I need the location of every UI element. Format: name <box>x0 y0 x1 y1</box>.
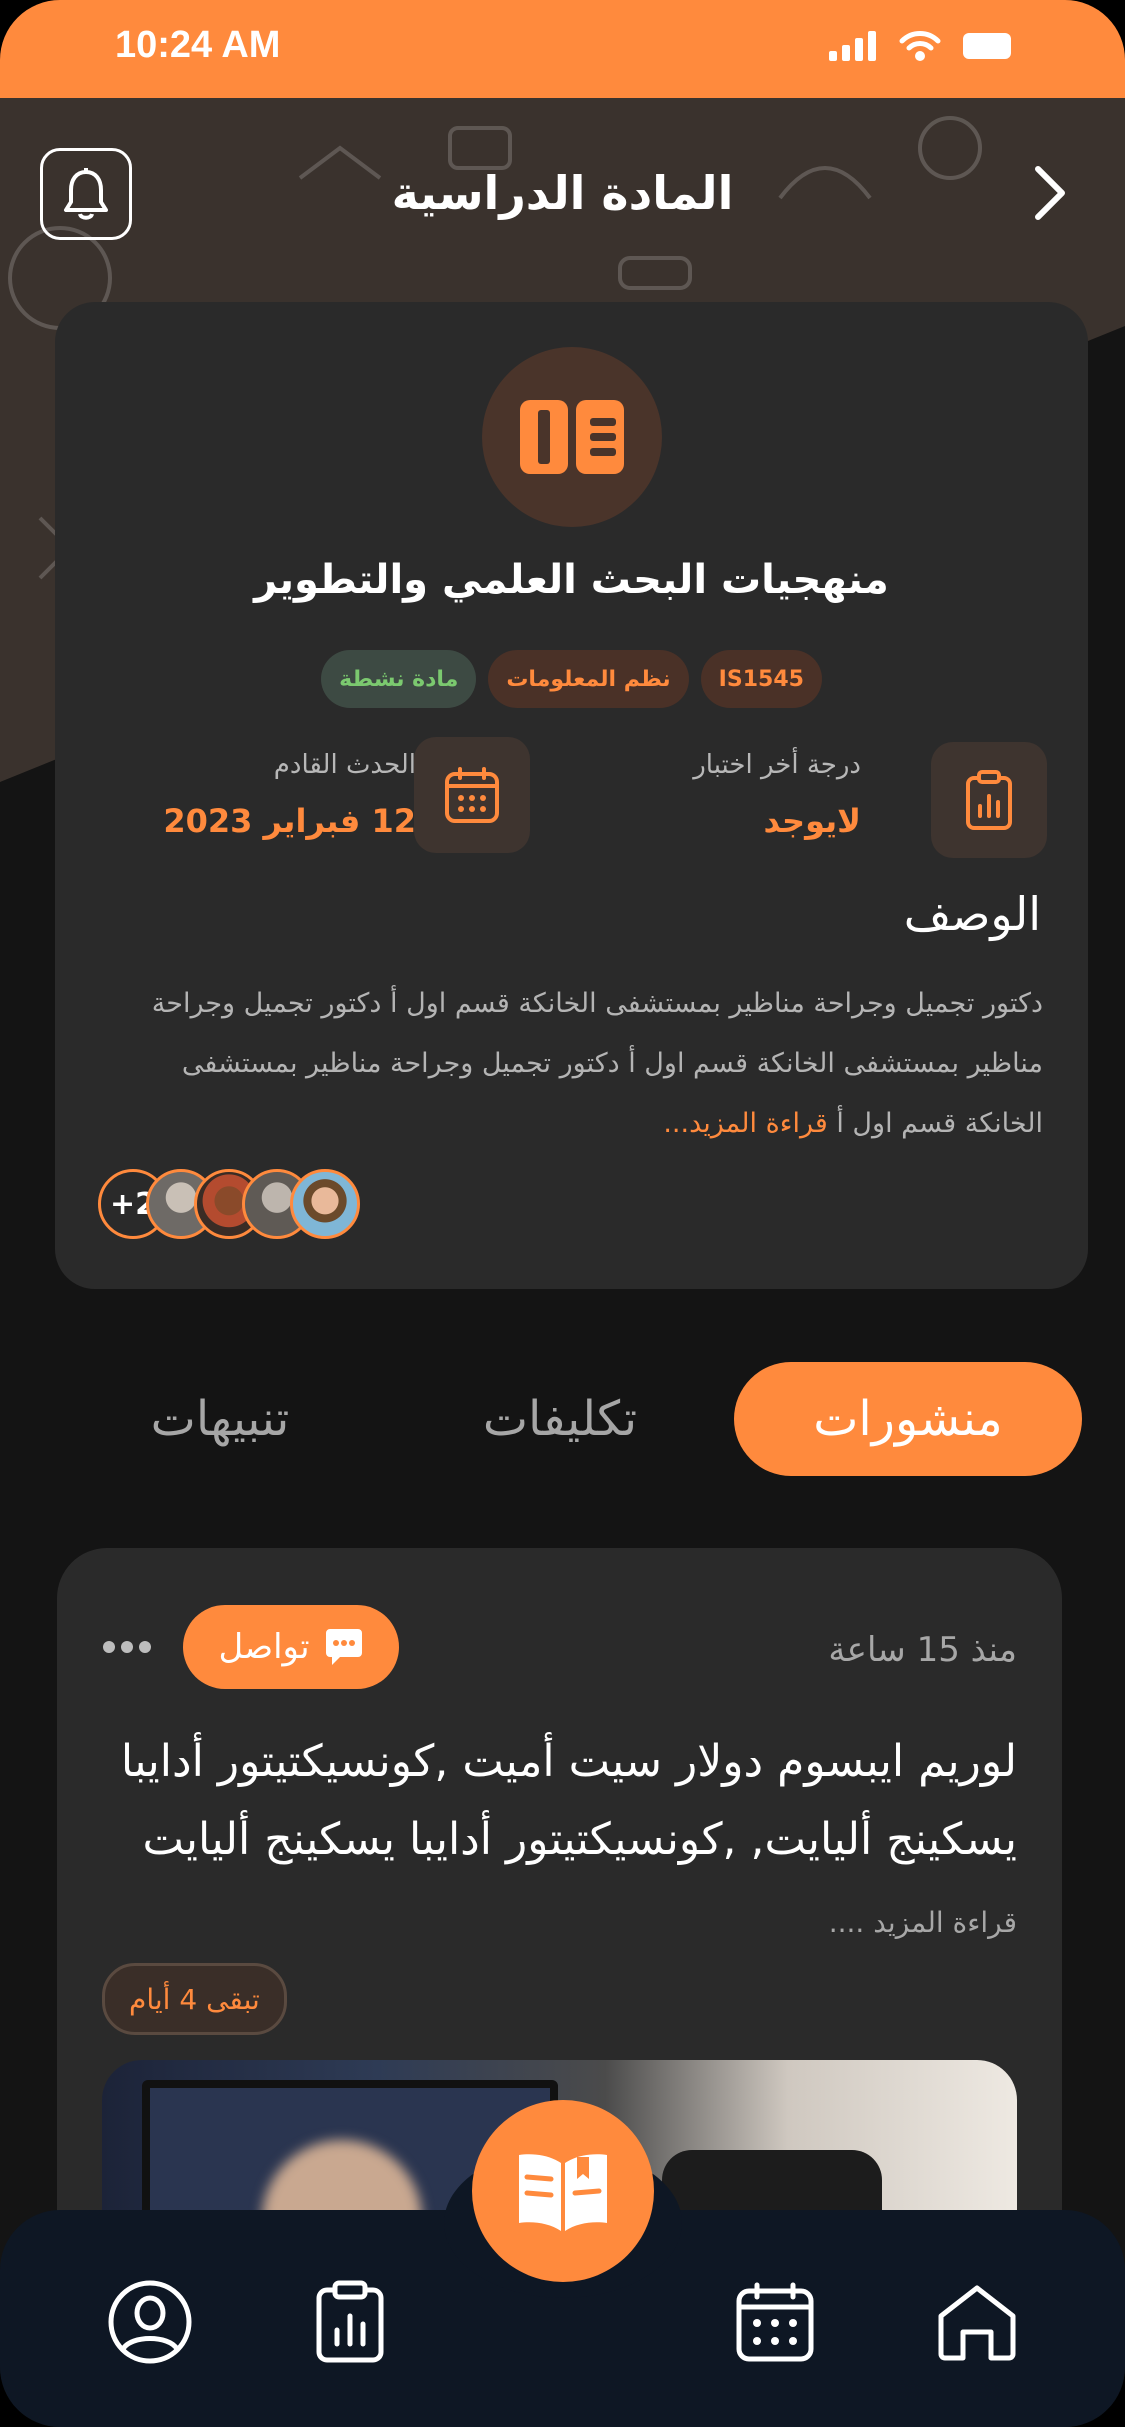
book-icon <box>520 400 624 474</box>
next-event-box <box>414 737 530 853</box>
course-code-chip: IS1545 <box>700 650 822 708</box>
chevron-right-icon <box>1035 166 1065 220</box>
clipboard-chart-icon <box>316 2280 384 2363</box>
tab-alerts[interactable]: تنبيهات <box>100 1362 340 1476</box>
page-title: المادة الدراسية <box>391 166 734 220</box>
course-icon-circle <box>482 347 662 527</box>
members-avatars[interactable]: +2 <box>98 1169 360 1239</box>
post-category-label: تواصل <box>218 1627 310 1667</box>
back-button[interactable] <box>1015 158 1085 228</box>
clipboard-chart-icon <box>966 770 1012 830</box>
calendar-icon <box>445 767 499 823</box>
course-title: منهجيات البحث العلمي والتطوير <box>254 557 889 603</box>
post-time: منذ 15 ساعة <box>828 1630 1017 1670</box>
profile-icon <box>108 2280 192 2364</box>
status-chip: مادة نشطة <box>321 650 477 708</box>
chat-icon <box>325 1629 362 1665</box>
content-tabs: منشورات تكليفات تنبيهات <box>0 1362 1125 1476</box>
post-category-tag[interactable]: تواصل <box>183 1605 399 1689</box>
signal-icon <box>829 31 876 61</box>
nav-profile[interactable] <box>100 2272 200 2372</box>
battery-icon <box>963 33 1011 59</box>
tab-assignments[interactable]: تكليفات <box>440 1362 680 1476</box>
courses-fab-button[interactable] <box>472 2100 654 2282</box>
nav-home[interactable] <box>927 2272 1027 2372</box>
calendar-icon <box>736 2282 814 2362</box>
last-exam-label: درجة أخر اختبار <box>693 750 861 780</box>
wifi-icon <box>899 31 941 61</box>
status-bar: 10:24 AM <box>0 0 1125 98</box>
next-event-value: 12 فبراير 2023 <box>163 802 416 840</box>
open-book-icon <box>519 2154 607 2231</box>
course-card: منهجيات البحث العلمي والتطوير IS1545 نظم… <box>55 302 1088 1289</box>
course-chips: IS1545 نظم المعلومات مادة نشطة <box>55 650 1088 708</box>
screen: 10:24 AM المادة الدراسية منهجيات البحث ا… <box>0 0 1125 2427</box>
post-options-button[interactable] <box>102 1630 152 1654</box>
read-more-link[interactable]: قراءة المزيد... <box>663 1108 827 1139</box>
home-icon <box>938 2285 1016 2361</box>
post-text: لوريم ايبسوم دولار سيت أميت ,كونسيكتيتور… <box>120 1736 1017 1865</box>
post-body: لوريم ايبسوم دولار سيت أميت ,كونسيكتيتور… <box>117 1723 1017 1962</box>
nav-grades[interactable] <box>300 2272 400 2372</box>
status-time: 10:24 AM <box>115 24 281 66</box>
more-dots-icon <box>103 1641 151 1653</box>
last-exam-value: لايوجد <box>763 802 861 840</box>
description-body: دكتور تجميل وجراحة مناظير بمستشفى الخانك… <box>151 988 1043 1139</box>
next-event-label: الحدث القادم <box>273 750 416 780</box>
description-text: دكتور تجميل وجراحة مناظير بمستشفى الخانك… <box>123 974 1043 1154</box>
department-chip: نظم المعلومات <box>488 650 689 708</box>
status-icons <box>829 30 1015 62</box>
description-title: الوصف <box>903 887 1041 941</box>
tab-posts[interactable]: منشورات <box>734 1362 1082 1476</box>
nav-calendar[interactable] <box>725 2272 825 2372</box>
remaining-days-chip: تبقى 4 أيام <box>102 1963 287 2035</box>
top-header: المادة الدراسية <box>0 140 1125 250</box>
exam-grade-box <box>931 742 1047 858</box>
avatar <box>290 1169 360 1239</box>
post-read-more[interactable]: قراءة المزيد .... <box>829 1906 1017 1939</box>
